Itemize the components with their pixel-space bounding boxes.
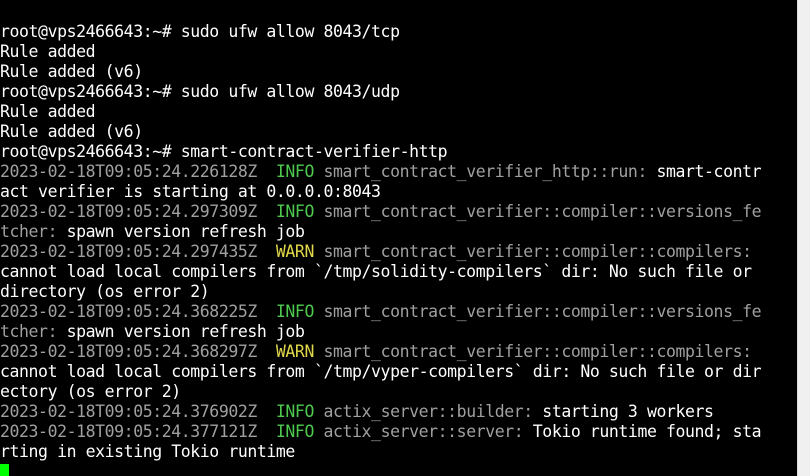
log-target: smart_contract_verifier::compiler::compi… [313,242,752,261]
terminal-text: root@vps2466643:~# sudo ufw allow 8043/t… [0,22,400,41]
terminal-line: cannot load local compilers from `/tmp/s… [0,262,761,282]
terminal-text: Rule added (v6) [0,62,143,81]
terminal-text: Rule added [0,42,96,61]
terminal-line: 2023-02-18T09:05:24.368297Z WARN smart_c… [0,342,761,362]
log-target: tcher: [0,222,58,241]
terminal-line: 2023-02-18T09:05:24.297309Z INFO smart_c… [0,202,762,222]
terminal-line: 2023-02-18T09:05:24.297435Z WARN smart_c… [0,242,761,262]
terminal-text: Rule added [0,102,96,121]
log-timestamp: 2023-02-18T09:05:24.368225Z [0,302,276,321]
terminal-line: tcher: spawn version refresh job [0,222,761,242]
terminal-text: starting 3 workers [532,402,714,421]
log-level-warn: WARN [275,342,314,361]
terminal-text: act verifier is starting at 0.0.0.0:8043 [0,182,381,201]
log-timestamp: 2023-02-18T09:05:24.226128Z [0,162,276,181]
log-target: smart_contract_verifier_http::run: [313,162,647,181]
terminal-text: ectory (os error 2) [0,382,181,401]
log-timestamp: 2023-02-18T09:05:24.368297Z [0,342,276,361]
log-level-info: INFO [275,402,314,421]
log-target: smart_contract_verifier::compiler::compi… [313,342,752,361]
log-timestamp: 2023-02-18T09:05:24.377121Z [0,422,276,441]
log-level-info: INFO [275,162,314,181]
log-level-info: INFO [275,202,314,221]
terminal-line: rting in existing Tokio runtime [0,442,761,462]
terminal-text: rting in existing Tokio runtime [0,442,295,461]
log-timestamp: 2023-02-18T09:05:24.297435Z [0,242,276,261]
terminal-line: 2023-02-18T09:05:24.377121Z INFO actix_s… [0,422,762,442]
terminal-text: spawn version refresh job [57,222,305,241]
terminal-line: cannot load local compilers from `/tmp/v… [0,362,762,382]
terminal-text: cannot load local compilers from `/tmp/v… [0,362,762,381]
terminal-line: Rule added [0,42,761,62]
terminal-line: Rule added (v6) [0,62,761,82]
log-level-warn: WARN [275,242,314,261]
terminal-cursor [0,464,9,476]
terminal-text: spawn version refresh job [57,322,305,341]
terminal-line: 2023-02-18T09:05:24.226128Z INFO smart_c… [0,162,762,182]
log-target: actix_server::builder: [313,402,533,421]
log-level-info: INFO [275,422,314,441]
terminal-text: directory (os error 2) [0,282,210,301]
log-timestamp: 2023-02-18T09:05:24.297309Z [0,202,276,221]
terminal-line: root@vps2466643:~# sudo ufw allow 8043/t… [0,22,761,42]
terminal-text: Tokio runtime found; sta [523,422,762,441]
terminal-line: act verifier is starting at 0.0.0.0:8043 [0,182,761,202]
log-level-info: INFO [275,302,314,321]
log-target: actix_server::server: [313,422,524,441]
terminal-output: root@vps2466643:~# sudo ufw allow 8043/t… [0,22,762,462]
terminal-text: Rule added (v6) [0,122,143,141]
terminal-line: ectory (os error 2) [0,382,761,402]
log-target: tcher: [0,322,58,341]
terminal-line: Rule added [0,102,761,122]
terminal-line: 2023-02-18T09:05:24.376902Z INFO actix_s… [0,402,761,422]
vertical-scrollbar[interactable] [797,0,810,476]
terminal-line: 2023-02-18T09:05:24.368225Z INFO smart_c… [0,302,762,322]
log-target: smart_contract_verifier::compiler::versi… [313,302,762,321]
terminal-line: tcher: spawn version refresh job [0,322,761,342]
terminal-line: root@vps2466643:~# smart-contract-verifi… [0,142,761,162]
log-timestamp: 2023-02-18T09:05:24.376902Z [0,402,276,421]
terminal-text: root@vps2466643:~# sudo ufw allow 8043/u… [0,82,400,101]
terminal-text: root@vps2466643:~# smart-contract-verifi… [0,142,448,161]
terminal-line: Rule added (v6) [0,122,761,142]
terminal-text: cannot load local compilers from `/tmp/s… [0,262,752,281]
terminal-text: smart-contr [646,162,762,181]
terminal-window[interactable]: root@vps2466643:~# sudo ufw allow 8043/t… [0,0,797,476]
terminal-line: directory (os error 2) [0,282,761,302]
log-target: smart_contract_verifier::compiler::versi… [313,202,762,221]
terminal-line: root@vps2466643:~# sudo ufw allow 8043/u… [0,82,761,102]
